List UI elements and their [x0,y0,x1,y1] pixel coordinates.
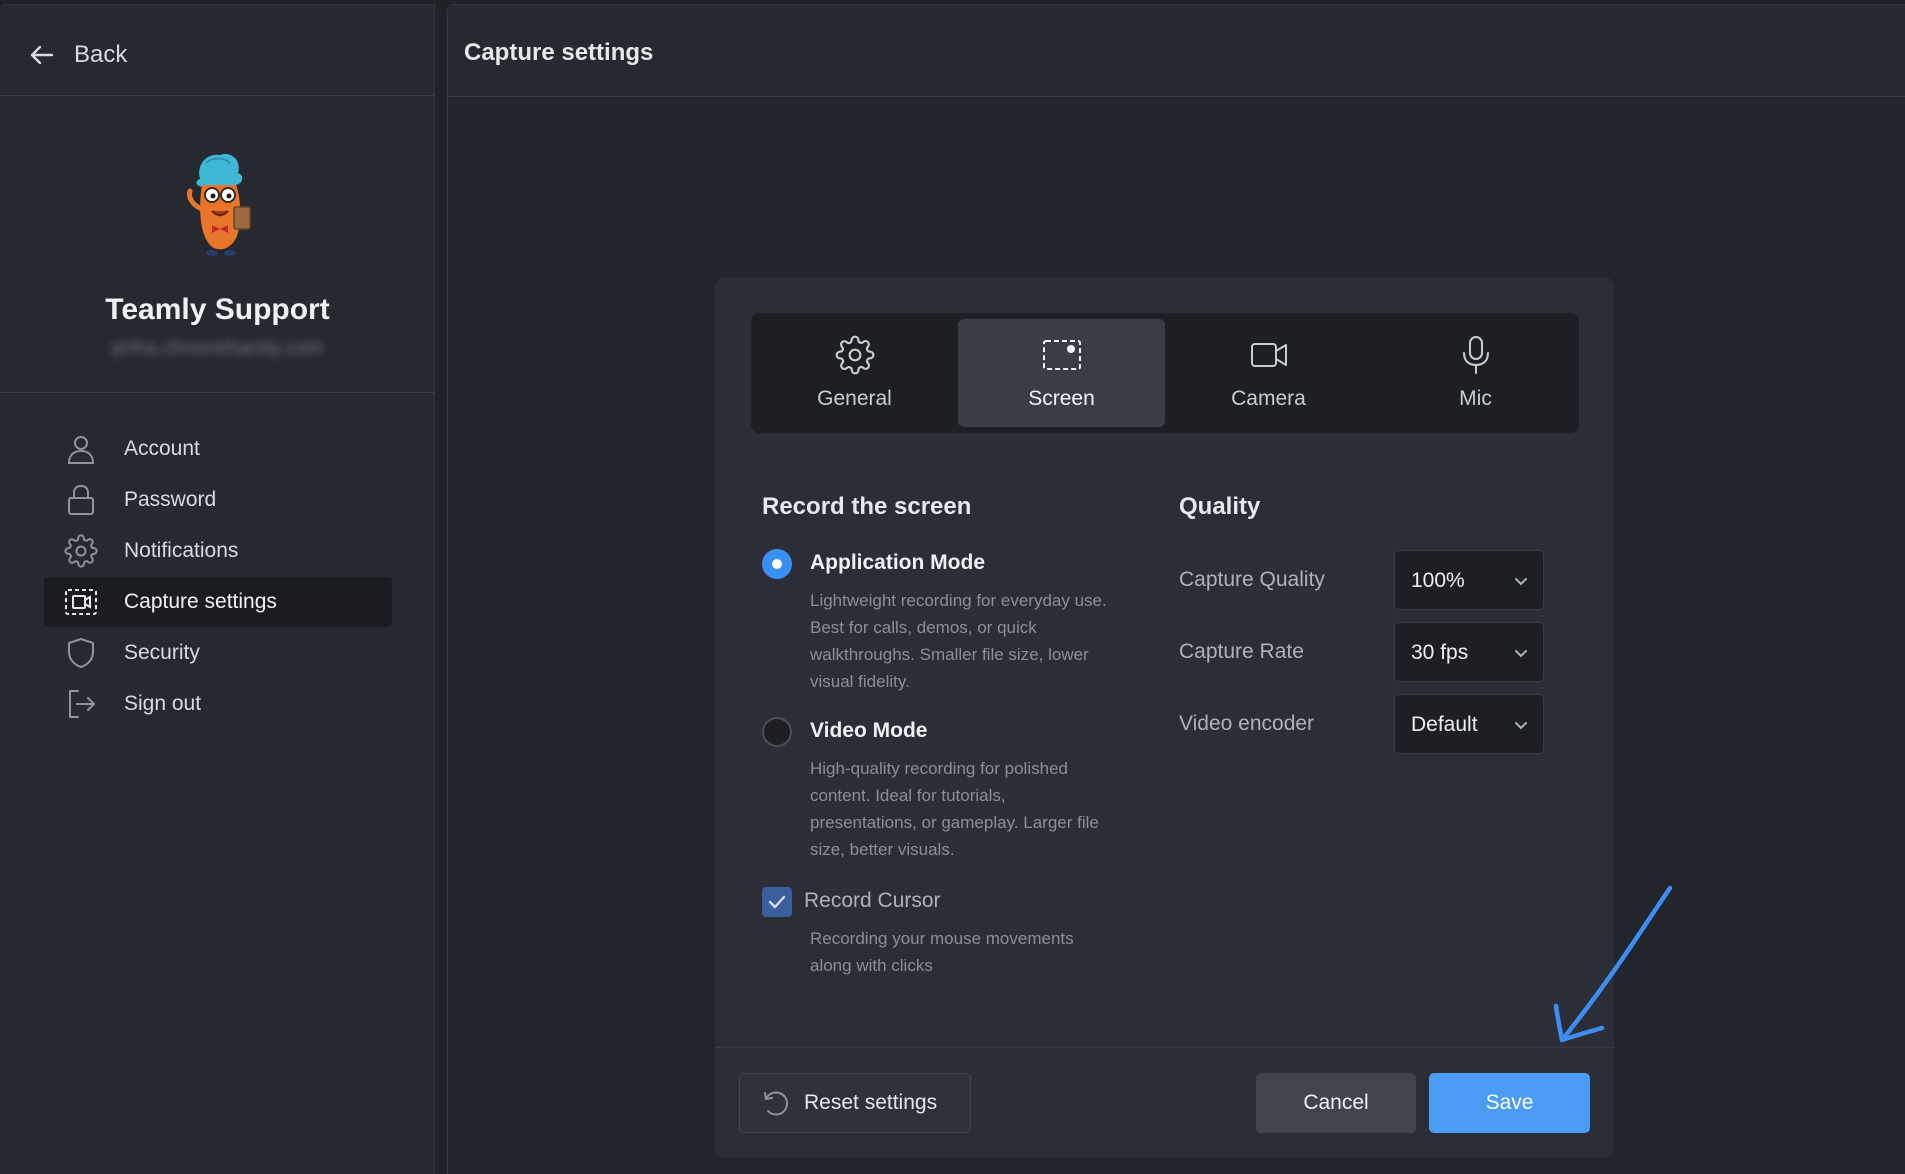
microphone-icon [1462,336,1489,374]
sidebar-item-account[interactable]: Account [44,424,392,474]
settings-tabs: General Screen Camera Mic [751,313,1579,433]
sidebar-divider [0,95,435,96]
tab-camera[interactable]: Camera [1165,313,1372,433]
settings-nav: Account Password Notifications Capture s… [44,424,392,730]
tab-label: Screen [1028,387,1095,410]
lock-icon [68,484,94,515]
chevron-down-icon [1515,578,1527,586]
screen-capture-icon [1042,340,1081,370]
sidebar-item-label: Capture settings [124,590,277,613]
video-mode-radio[interactable] [762,717,792,747]
gear-icon [64,534,98,568]
video-encoder-select[interactable]: Default [1394,694,1544,754]
page-title: Capture settings [464,39,654,66]
chevron-down-icon [1515,722,1527,730]
sidebar-item-label: Notifications [124,539,239,562]
tab-label: Camera [1231,387,1306,410]
profile-card: Teamly Support priha.chnorwhandy.com [0,101,435,397]
gear-icon [835,335,874,375]
reset-settings-label: Reset settings [804,1091,938,1114]
video-encoder-value: Default [1411,713,1478,736]
capture-rate-row: Capture Rate 30 fps [1179,622,1549,682]
capture-quality-value: 100% [1411,569,1465,592]
record-cursor-label: Record Cursor [804,889,941,912]
chevron-down-icon [1515,650,1527,658]
tab-general[interactable]: General [751,313,958,433]
capture-quality-select[interactable]: 100% [1394,550,1544,610]
video-mode-option[interactable]: Video Mode High-quality recording for po… [762,717,1140,863]
sidebar: Back Teamly Support priha.chnorwhandy.co… [0,4,435,1174]
sidebar-divider [0,392,435,393]
avatar [187,153,251,256]
profile-email: priha.chnorwhandy.com [112,337,323,359]
application-mode-label: Application Mode [810,551,985,574]
sidebar-item-label: Account [124,437,200,460]
cancel-button[interactable]: Cancel [1256,1073,1416,1133]
capture-rate-value: 30 fps [1411,641,1469,664]
shield-icon [68,638,94,668]
record-cursor-description: Recording your mouse movements along wit… [810,929,1074,975]
sidebar-item-password[interactable]: Password [44,475,392,525]
checkmark-icon [768,895,786,909]
reset-icon [764,1091,789,1116]
video-mode-description: High-quality recording for polished cont… [810,759,1099,859]
reset-settings-button[interactable]: Reset settings [739,1073,971,1133]
screen-capture-icon [65,589,97,615]
tab-label: General [817,387,892,410]
video-encoder-label: Video encoder [1179,712,1315,735]
dialog-footer: Reset settings Cancel Save [715,1047,1614,1157]
sidebar-item-sign-out[interactable]: Sign out [44,679,392,729]
annotation-arrow-icon [1553,885,1673,1043]
app-window: Back Teamly Support priha.chnorwhandy.co… [0,0,1905,1174]
record-cursor-option[interactable]: Record Cursor Recording your mouse movem… [762,887,1134,979]
application-mode-description: Lightweight recording for everyday use. … [810,591,1107,691]
capture-rate-select[interactable]: 30 fps [1394,622,1544,682]
user-icon [67,436,95,464]
application-mode-radio[interactable] [762,549,792,579]
capture-settings-dialog: General Screen Camera Mic Record the scr… [715,277,1614,1157]
sidebar-item-label: Sign out [124,692,202,715]
record-section-title: Record the screen [762,493,972,520]
capture-quality-row: Capture Quality 100% [1179,550,1549,610]
capture-quality-label: Capture Quality [1179,568,1325,591]
camera-icon [1250,343,1287,367]
tab-mic[interactable]: Mic [1372,313,1579,433]
sign-out-icon [69,690,95,718]
capture-rate-label: Capture Rate [1179,640,1304,663]
back-button[interactable]: Back [28,37,127,73]
save-button[interactable]: Save [1429,1073,1590,1133]
record-cursor-checkbox[interactable] [762,887,792,917]
tab-screen[interactable]: Screen [958,319,1165,427]
main-header: Capture settings [448,5,1905,97]
tab-label: Mic [1459,387,1492,410]
sidebar-item-label: Security [124,641,200,664]
sidebar-item-security[interactable]: Security [44,628,392,678]
sidebar-item-notifications[interactable]: Notifications [44,526,392,576]
sidebar-item-capture-settings[interactable]: Capture settings [44,577,392,627]
profile-name: Teamly Support [105,293,330,326]
back-label: Back [74,41,128,68]
sidebar-item-label: Password [124,488,217,511]
quality-section-title: Quality [1179,493,1261,520]
video-mode-label: Video Mode [810,719,928,742]
video-encoder-row: Video encoder Default [1179,694,1549,754]
arrow-left-icon [30,45,54,65]
application-mode-option[interactable]: Application Mode Lightweight recording f… [762,549,1140,695]
